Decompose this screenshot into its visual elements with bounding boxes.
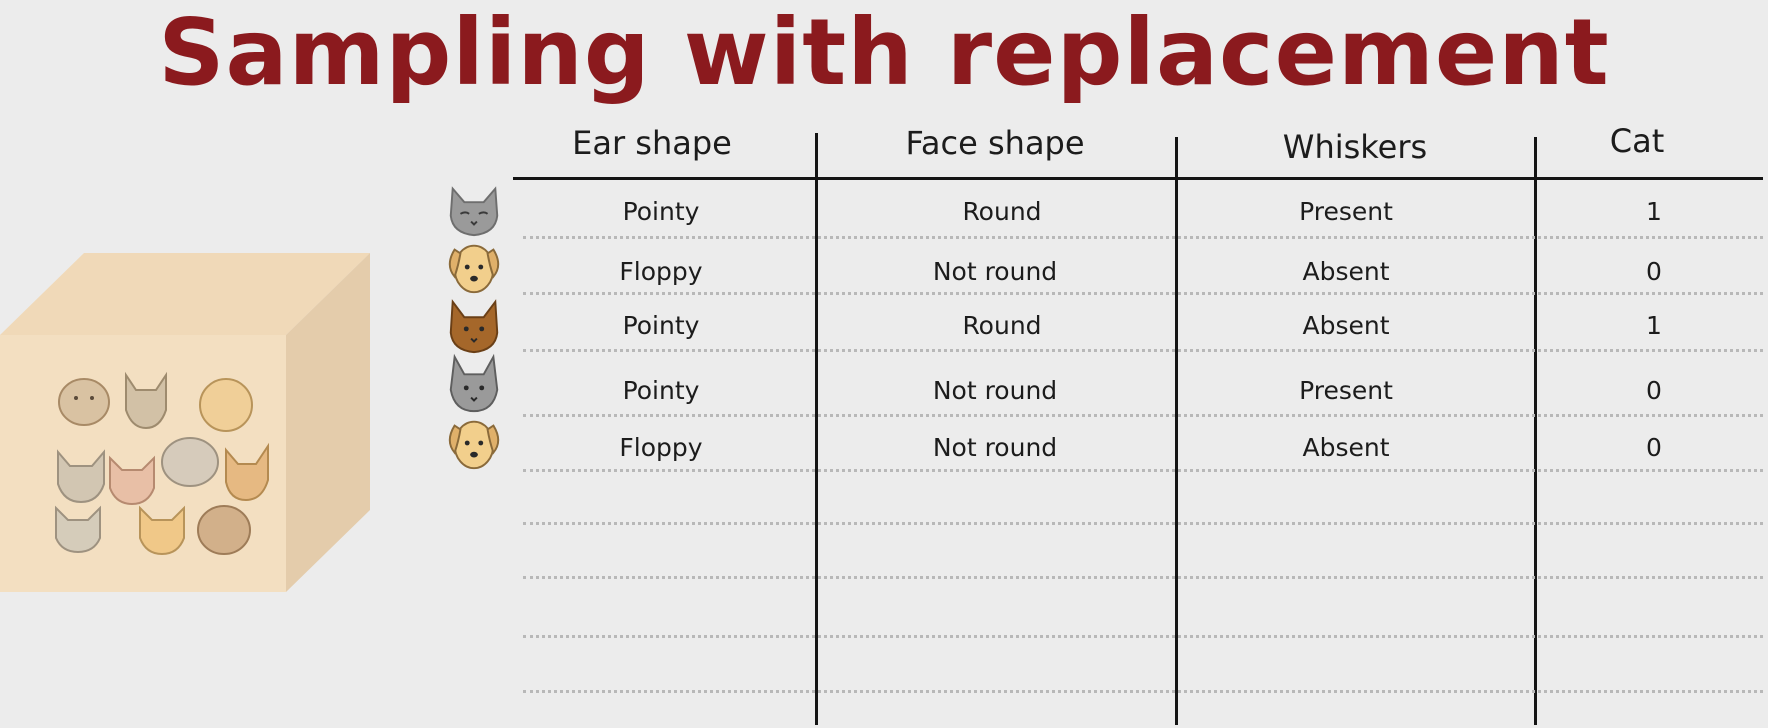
cell-cat: 1 (1646, 311, 1662, 340)
cell-whiskers: Present (1299, 376, 1393, 405)
row-separator (523, 469, 1763, 472)
cell-ear-shape: Pointy (622, 311, 700, 340)
row-separator (523, 576, 1763, 579)
header-face-shape: Face shape (905, 124, 1085, 162)
gray-cat-icon (449, 186, 499, 237)
cell-face-shape: Round (962, 311, 1042, 340)
box-animal-dog-icon (199, 378, 253, 432)
cell-cat: 0 (1646, 376, 1662, 405)
sample-bag-box (0, 253, 370, 592)
cell-whiskers: Absent (1302, 257, 1390, 286)
box-animal-dog-icon (58, 378, 110, 426)
slide-title: Sampling with replacement (158, 0, 1610, 106)
tan-dog-icon (448, 244, 500, 294)
header-ear-shape: Ear shape (572, 124, 732, 162)
row-separator (523, 522, 1763, 525)
cell-ear-shape: Pointy (622, 197, 700, 226)
cell-ear-shape: Floppy (619, 433, 703, 462)
row-separator (523, 635, 1763, 638)
row-separator (523, 236, 1763, 239)
gray-cat-icon (449, 353, 499, 413)
cell-face-shape: Round (962, 197, 1042, 226)
cell-ear-shape: Floppy (619, 257, 703, 286)
box-animal-dog-icon (161, 437, 219, 487)
row-separator (523, 292, 1763, 295)
header-whiskers: Whiskers (1282, 128, 1428, 166)
cell-ear-shape: Pointy (622, 376, 700, 405)
cell-face-shape: Not round (932, 257, 1058, 286)
cell-cat: 0 (1646, 433, 1662, 462)
cell-face-shape: Not round (932, 376, 1058, 405)
brown-cat-icon (449, 299, 499, 354)
header-underline (513, 177, 1763, 180)
row-separator (523, 414, 1763, 417)
cell-cat: 0 (1646, 257, 1662, 286)
row-separator (523, 349, 1763, 352)
cell-whiskers: Present (1299, 197, 1393, 226)
cell-cat: 1 (1646, 197, 1662, 226)
cell-whiskers: Absent (1302, 433, 1390, 462)
box-animal-dog-icon (197, 505, 251, 555)
cell-whiskers: Absent (1302, 311, 1390, 340)
header-cat: Cat (1609, 122, 1665, 160)
cell-face-shape: Not round (932, 433, 1058, 462)
tan-dog-icon (448, 420, 500, 470)
row-separator (523, 690, 1763, 693)
